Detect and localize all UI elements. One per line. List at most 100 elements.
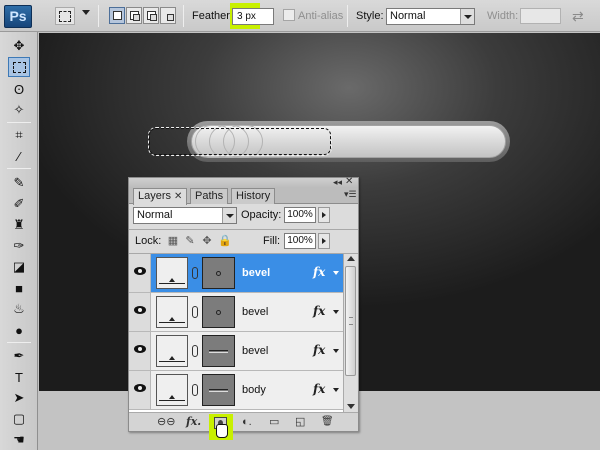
separator — [129, 229, 358, 230]
history-brush-tool-icon[interactable]: ✑ — [8, 236, 30, 256]
visibility-toggle[interactable] — [129, 371, 151, 409]
clone-stamp-tool-icon[interactable]: ♜ — [8, 215, 30, 235]
chain-link-icon[interactable] — [192, 267, 198, 279]
eraser-tool-icon[interactable]: ◪ — [8, 257, 30, 277]
brush-tool-icon[interactable]: ✐ — [8, 194, 30, 214]
opacity-slider-arrow[interactable] — [318, 207, 330, 223]
healing-brush-tool-icon[interactable]: ✎ — [8, 173, 30, 193]
adjustment-layer-icon[interactable]: ◐. — [242, 415, 252, 429]
fx-icon[interactable]: fx — [313, 343, 325, 357]
visibility-toggle[interactable] — [129, 332, 151, 370]
panel-footer: ⊖⊖ fx. ◐. ▭ ◱ 🗑 — [129, 412, 358, 431]
trash-icon[interactable]: 🗑 — [321, 415, 334, 429]
opacity-input[interactable]: 100% — [284, 207, 316, 223]
layer-mask-thumbnail[interactable] — [202, 374, 235, 406]
style-select[interactable]: Normal — [386, 8, 475, 25]
marquee-icon — [59, 11, 71, 22]
chevron-down-icon[interactable] — [333, 349, 339, 353]
scroll-down-icon[interactable] — [347, 404, 355, 409]
tab-label: Layers — [138, 190, 172, 202]
tool-preset-picker[interactable] — [55, 7, 75, 25]
fill-slider-arrow[interactable] — [318, 233, 330, 249]
panel-title-bar[interactable]: ◂◂ ✕ — [129, 176, 358, 187]
chevron-down-icon[interactable] — [82, 10, 90, 15]
blend-mode-select[interactable]: Normal — [133, 207, 237, 224]
selection-marquee — [148, 127, 332, 156]
tab-history[interactable]: History — [231, 188, 276, 204]
chain-link-icon[interactable] — [192, 345, 198, 357]
eyedropper-tool-icon[interactable]: ⁄ — [8, 146, 30, 166]
tab-layers[interactable]: Layers ✕ — [133, 188, 188, 205]
add-selection-icon — [133, 14, 140, 21]
chain-link-icon[interactable] — [192, 306, 198, 318]
rectangular-marquee-tool-icon[interactable] — [8, 57, 30, 77]
new-group-icon[interactable]: ▭ — [269, 415, 279, 429]
lock-transparency-icon[interactable]: ▦ — [167, 235, 179, 247]
close-icon[interactable]: ✕ — [345, 176, 353, 187]
path-selection-tool-icon[interactable]: ➤ — [8, 388, 30, 408]
intersect-selection-button[interactable] — [160, 7, 176, 24]
layer-row[interactable]: bevel fx — [129, 254, 343, 293]
link-layers-icon[interactable]: ⊖⊖ — [157, 415, 175, 429]
feather-input[interactable]: 3 px — [232, 8, 274, 25]
fx-icon[interactable]: fx — [313, 265, 325, 279]
layer-mask-thumbnail[interactable] — [202, 257, 235, 289]
layer-name: body — [242, 384, 266, 396]
type-tool-icon[interactable]: T — [8, 367, 30, 387]
feather-label: Feather: — [192, 10, 233, 22]
anti-alias-label: Anti-alias — [298, 10, 344, 22]
fill-input[interactable]: 100% — [284, 233, 316, 249]
chevron-down-icon[interactable] — [333, 271, 339, 275]
toolbox: ✥ ʘ ✧ ⌗ ⁄ ✎ ✐ ♜ ✑ ◪ ■ ♨ ● ✒ T ➤ ▢ ☚ — [0, 32, 38, 450]
chevron-down-icon[interactable] — [333, 310, 339, 314]
width-input[interactable] — [520, 8, 561, 24]
visibility-toggle[interactable] — [129, 254, 151, 292]
chevron-down-icon — [222, 208, 236, 223]
layer-mask-thumbnail[interactable] — [202, 296, 235, 328]
width-label: Width: — [487, 10, 519, 22]
chevron-down-icon[interactable] — [333, 388, 339, 392]
lock-position-icon[interactable]: ✥ — [201, 235, 213, 247]
crop-tool-icon[interactable]: ⌗ — [8, 125, 30, 145]
swap-icon[interactable]: ⇄ — [572, 8, 588, 24]
magic-wand-tool-icon[interactable]: ✧ — [8, 100, 30, 120]
blur-tool-icon[interactable]: ♨ — [8, 299, 30, 319]
tab-label: History — [236, 190, 271, 202]
add-layer-style-icon[interactable]: fx. — [186, 415, 201, 429]
hand-tool-icon[interactable]: ☚ — [8, 430, 30, 450]
layer-list-scrollbar[interactable] — [343, 254, 357, 412]
layer-row[interactable]: bevel fx — [129, 293, 343, 332]
separator — [98, 5, 99, 27]
tab-paths[interactable]: Paths — [190, 188, 229, 204]
lasso-tool-icon[interactable]: ʘ — [8, 79, 30, 99]
gradient-tool-icon[interactable]: ■ — [8, 278, 30, 298]
rectangle-tool-icon[interactable]: ▢ — [8, 409, 30, 429]
move-tool-icon[interactable]: ✥ — [8, 36, 30, 56]
layer-row[interactable]: body fx — [129, 371, 343, 410]
visibility-toggle[interactable] — [129, 293, 151, 331]
eye-icon — [134, 267, 146, 275]
scroll-up-icon[interactable] — [347, 256, 355, 261]
panel-menu-icon[interactable]: ▾☰ — [344, 189, 357, 200]
dodge-tool-icon[interactable]: ● — [8, 320, 30, 340]
layer-thumbnail — [156, 335, 188, 367]
anti-alias-checkbox[interactable] — [283, 9, 295, 21]
style-value: Normal — [390, 10, 426, 22]
chain-link-icon[interactable] — [192, 384, 198, 396]
close-icon[interactable]: ✕ — [174, 191, 182, 202]
lock-all-icon[interactable]: 🔒 — [218, 235, 232, 247]
fx-icon[interactable]: fx — [313, 382, 325, 396]
layer-mask-thumbnail[interactable] — [202, 335, 235, 367]
hand-cursor-icon — [216, 424, 228, 438]
chevron-down-icon — [460, 9, 474, 24]
lock-pixels-icon[interactable]: ✎ — [184, 235, 196, 247]
scroll-thumb[interactable] — [345, 266, 356, 376]
add-to-selection-button[interactable] — [126, 7, 142, 24]
new-layer-icon[interactable]: ◱ — [295, 415, 305, 429]
pen-tool-icon[interactable]: ✒ — [8, 346, 30, 366]
subtract-selection-icon — [150, 14, 157, 21]
fx-icon[interactable]: fx — [313, 304, 325, 318]
new-selection-button[interactable] — [109, 7, 125, 24]
subtract-from-selection-button[interactable] — [143, 7, 159, 24]
layer-row[interactable]: bevel fx — [129, 332, 343, 371]
